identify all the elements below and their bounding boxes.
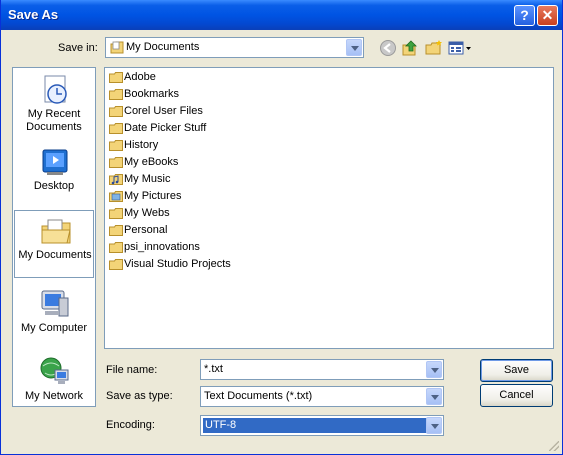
chevron-down-icon[interactable]: [426, 388, 442, 405]
up-folder-icon[interactable]: [402, 39, 420, 57]
place-label: My Network: [24, 390, 84, 402]
my-documents-icon: [41, 219, 71, 244]
chevron-down-icon[interactable]: [426, 361, 442, 378]
file-name: psi_innovations: [124, 241, 200, 253]
folder-icon: [109, 208, 123, 219]
file-name: My Webs: [124, 207, 170, 219]
file-name-label: File name:: [106, 364, 158, 376]
close-button[interactable]: ✕: [537, 5, 558, 26]
encoding-combo[interactable]: UTF-8: [200, 415, 444, 436]
file-name: My Pictures: [124, 190, 182, 202]
cancel-button[interactable]: Cancel: [480, 384, 553, 407]
folder-icon: [109, 242, 123, 253]
place-my-computer[interactable]: My Computer: [14, 284, 94, 348]
save-as-dialog: Save As ? ✕ Save in: My Documents My Rec…: [0, 0, 563, 455]
file-list[interactable]: Adobe Bookmarks Corel User Files Date Pi…: [104, 67, 554, 349]
save-in-label: Save in:: [58, 42, 98, 54]
title-bar[interactable]: Save As ? ✕: [1, 0, 562, 30]
encoding-label: Encoding:: [106, 419, 155, 431]
new-folder-icon[interactable]: [425, 39, 443, 57]
folder-icon: [109, 259, 123, 270]
save-as-type-combo[interactable]: Text Documents (*.txt): [200, 386, 444, 407]
chevron-down-icon[interactable]: [426, 417, 442, 434]
file-name: History: [124, 139, 159, 151]
file-name-combo[interactable]: *.txt: [200, 359, 444, 380]
file-name: My Music: [124, 173, 171, 185]
back-icon[interactable]: [379, 39, 397, 57]
folder-icon: [109, 89, 123, 100]
my-computer-icon: [41, 290, 69, 317]
chevron-down-icon[interactable]: [346, 39, 362, 56]
resize-grip-icon[interactable]: [549, 441, 559, 451]
place-my-documents[interactable]: My Documents: [14, 210, 94, 278]
music-folder-icon: [109, 174, 123, 185]
folder-icon: [109, 106, 123, 117]
file-name: Bookmarks: [124, 88, 180, 100]
my-network-icon: [40, 357, 69, 384]
file-name-value: *.txt: [204, 363, 223, 375]
file-name: Personal: [124, 224, 168, 236]
pictures-folder-icon: [109, 191, 123, 202]
place-my-recent-documents[interactable]: My Recent Documents: [14, 70, 94, 134]
save-as-type-label: Save as type:: [106, 390, 173, 402]
recent-documents-icon: [44, 75, 67, 104]
place-label: My Recent Documents: [26, 108, 82, 133]
save-button[interactable]: Save: [480, 359, 553, 382]
file-name: Corel User Files: [124, 105, 203, 117]
file-name: Visual Studio Projects: [124, 258, 231, 270]
file-name: My eBooks: [124, 156, 179, 168]
file-name: Adobe: [124, 71, 156, 83]
folder-icon: [109, 123, 123, 134]
folder-icon: [109, 72, 123, 83]
desktop-icon: [42, 149, 68, 175]
folder-icon: [109, 140, 123, 151]
place-label: My Computer: [20, 322, 88, 334]
place-my-network[interactable]: My Network: [14, 352, 94, 416]
help-button[interactable]: ?: [514, 5, 535, 26]
my-documents-small-icon: [110, 41, 124, 54]
window-title: Save As: [8, 7, 59, 22]
help-icon: ?: [520, 7, 529, 23]
close-icon: ✕: [541, 7, 554, 23]
views-menu-icon[interactable]: [448, 39, 474, 57]
file-name: Date Picker Stuff: [124, 122, 207, 134]
save-as-type-value: Text Documents (*.txt): [204, 390, 313, 402]
folder-icon: [109, 157, 123, 168]
place-label: My Documents: [18, 249, 92, 261]
encoding-value: UTF-8: [203, 418, 428, 433]
folder-icon: [109, 225, 123, 236]
save-in-value: My Documents: [126, 41, 200, 53]
places-bar: My Recent Documents Desktop My Documents: [12, 67, 96, 407]
save-in-combo[interactable]: My Documents: [105, 37, 364, 58]
place-label: Desktop: [33, 180, 75, 192]
place-desktop[interactable]: Desktop: [14, 142, 94, 206]
